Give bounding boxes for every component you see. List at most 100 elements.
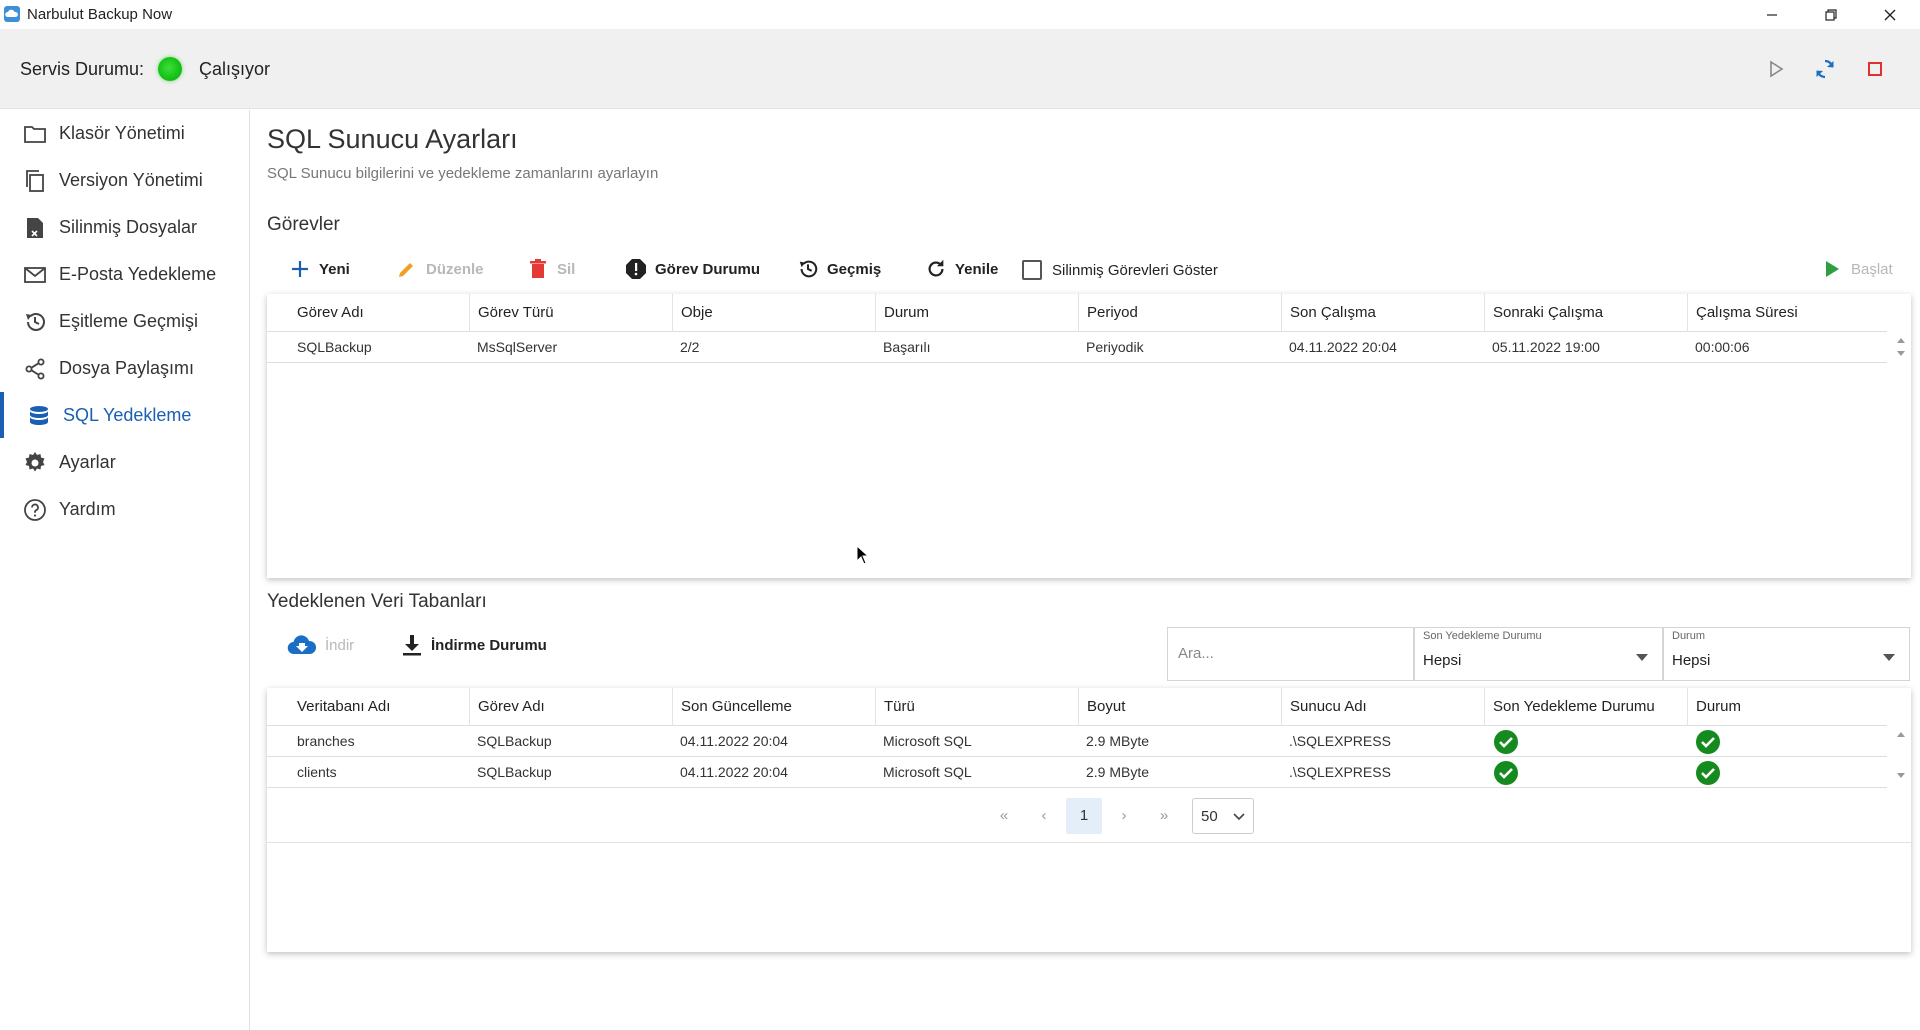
minimize-button[interactable]	[1743, 0, 1801, 29]
column-header[interactable]: Son Yedekleme Durumu	[1484, 688, 1687, 726]
close-icon	[1884, 9, 1896, 20]
column-header[interactable]: Durum	[875, 294, 1078, 332]
column-header[interactable]: Görev Adı	[289, 294, 469, 332]
table-row[interactable]: SQLBackup MsSqlServer 2/2 Başarılı Periy…	[267, 332, 1887, 363]
show-deleted-tasks-checkbox[interactable]: Silinmiş Görevleri Göster	[1022, 260, 1218, 280]
last-backup-status-select[interactable]: Son Yedekleme Durumu Hepsi	[1414, 627, 1663, 681]
column-header[interactable]: Boyut	[1078, 688, 1281, 726]
status-select[interactable]: Durum Hepsi	[1663, 627, 1910, 681]
checkbox-box[interactable]	[1022, 260, 1042, 280]
chevron-down-icon	[1233, 813, 1245, 821]
mail-icon	[22, 262, 48, 288]
scroll-down-icon[interactable]	[1897, 773, 1905, 778]
column-header[interactable]: Sonraki Çalışma	[1484, 294, 1687, 332]
plus-icon	[289, 258, 311, 280]
sidebar-item-email-backup[interactable]: E-Posta Yedekleme	[0, 251, 250, 297]
column-header[interactable]: Son Çalışma	[1281, 294, 1484, 332]
sidebar-item-version-management[interactable]: Versiyon Yönetimi	[0, 157, 250, 203]
download-label: İndir	[325, 636, 355, 654]
scroll-down-icon[interactable]	[1897, 351, 1905, 356]
database-icon	[26, 403, 52, 429]
download-button[interactable]: İndir	[287, 630, 354, 660]
tasks-scrollbar[interactable]	[1891, 332, 1911, 363]
stop-icon	[1868, 62, 1882, 76]
new-task-button[interactable]: Yeni	[289, 254, 350, 284]
db-server-cell: .\SQLEXPRESS	[1289, 733, 1391, 749]
column-header[interactable]: Periyod	[1078, 294, 1281, 332]
sidebar-item-folder-management[interactable]: Klasör Yönetimi	[0, 110, 250, 156]
trash-icon	[527, 258, 549, 280]
sidebar-item-label: Eşitleme Geçmişi	[59, 311, 199, 331]
prev-page-button[interactable]: ‹	[1026, 798, 1062, 834]
help-icon	[22, 497, 48, 523]
service-start-button[interactable]	[1762, 55, 1790, 83]
active-indicator	[0, 392, 4, 438]
alert-icon	[625, 258, 647, 280]
page-subtitle: SQL Sunucu bilgilerini ve yedekleme zama…	[267, 165, 659, 182]
page-size-select[interactable]: 50	[1192, 798, 1254, 834]
sidebar-item-file-sharing[interactable]: Dosya Paylaşımı	[0, 345, 250, 391]
refresh-tasks-label: Yenile	[955, 260, 999, 278]
sidebar-item-sync-history[interactable]: Eşitleme Geçmişi	[0, 298, 250, 344]
sidebar-item-deleted-files[interactable]: Silinmiş Dosyalar	[0, 204, 250, 250]
success-check-icon	[1696, 730, 1720, 754]
restore-icon	[1825, 8, 1837, 21]
download-status-button[interactable]: İndirme Durumu	[401, 630, 547, 660]
next-page-button[interactable]: ›	[1106, 798, 1142, 834]
task-last-run-cell: 04.11.2022 20:04	[1289, 339, 1397, 355]
tasks-table-header: Görev Adı Görev Türü Obje Durum Periyod …	[267, 294, 1887, 332]
column-header[interactable]: Türü	[875, 688, 1078, 726]
history-icon	[797, 258, 819, 280]
db-server-cell: .\SQLEXPRESS	[1289, 764, 1391, 780]
sidebar-item-label: E-Posta Yedekleme	[59, 264, 217, 284]
db-updated-cell: 04.11.2022 20:04	[680, 764, 788, 780]
column-header[interactable]: Sunucu Adı	[1281, 688, 1484, 726]
task-status-button[interactable]: Görev Durumu	[625, 254, 760, 284]
play-icon	[1821, 258, 1843, 280]
share-icon	[22, 356, 48, 382]
history-icon	[22, 309, 48, 335]
chevron-down-icon	[1636, 654, 1648, 661]
column-header[interactable]: Obje	[672, 294, 875, 332]
task-history-button[interactable]: Geçmiş	[797, 254, 881, 284]
service-restart-button[interactable]	[1811, 55, 1839, 83]
refresh-tasks-button[interactable]: Yenile	[925, 254, 998, 284]
restore-button[interactable]	[1802, 0, 1860, 29]
databases-table-header: Veritabanı Adı Görev Adı Son Güncelleme …	[267, 688, 1887, 726]
pager-divider	[267, 842, 1911, 843]
service-stop-button[interactable]	[1861, 55, 1889, 83]
page-number-button[interactable]: 1	[1066, 798, 1102, 834]
table-row[interactable]: branches SQLBackup 04.11.2022 20:04 Micr…	[267, 726, 1887, 757]
scroll-up-icon[interactable]	[1897, 732, 1905, 737]
sidebar-item-help[interactable]: Yardım	[0, 486, 250, 532]
first-page-button[interactable]: «	[986, 798, 1022, 834]
db-updated-cell: 04.11.2022 20:04	[680, 733, 788, 749]
column-header[interactable]: Veritabanı Adı	[289, 688, 469, 726]
table-row[interactable]: clients SQLBackup 04.11.2022 20:04 Micro…	[267, 757, 1887, 788]
sidebar-item-settings[interactable]: Ayarlar	[0, 439, 250, 485]
last-page-button[interactable]: »	[1146, 798, 1182, 834]
column-header[interactable]: Son Güncelleme	[672, 688, 875, 726]
db-size-cell: 2.9 MByte	[1086, 764, 1150, 780]
edit-task-button[interactable]: Düzenle	[396, 254, 484, 284]
deleted-file-icon	[22, 215, 48, 241]
sidebar-item-label: SQL Yedekleme	[63, 405, 192, 425]
db-type-cell: Microsoft SQL	[883, 733, 972, 749]
column-header[interactable]: Görev Adı	[469, 688, 672, 726]
column-header[interactable]: Çalışma Süresi	[1687, 294, 1887, 332]
start-task-button[interactable]: Başlat	[1821, 254, 1893, 284]
column-header[interactable]: Görev Türü	[469, 294, 672, 332]
copy-icon	[22, 168, 48, 194]
sidebar-item-sql-backup[interactable]: SQL Yedekleme	[0, 392, 250, 438]
databases-scrollbar[interactable]	[1891, 726, 1911, 788]
delete-task-button[interactable]: Sil	[527, 254, 575, 284]
new-task-label: Yeni	[319, 260, 350, 278]
success-check-icon	[1494, 730, 1518, 754]
close-button[interactable]	[1861, 0, 1919, 29]
scroll-up-icon[interactable]	[1897, 338, 1905, 343]
select-value: Hepsi	[1672, 652, 1711, 669]
db-task-cell: SQLBackup	[477, 764, 552, 780]
column-header[interactable]: Durum	[1687, 688, 1887, 726]
search-input[interactable]: Ara...	[1167, 627, 1414, 681]
service-status-indicator	[158, 57, 182, 81]
